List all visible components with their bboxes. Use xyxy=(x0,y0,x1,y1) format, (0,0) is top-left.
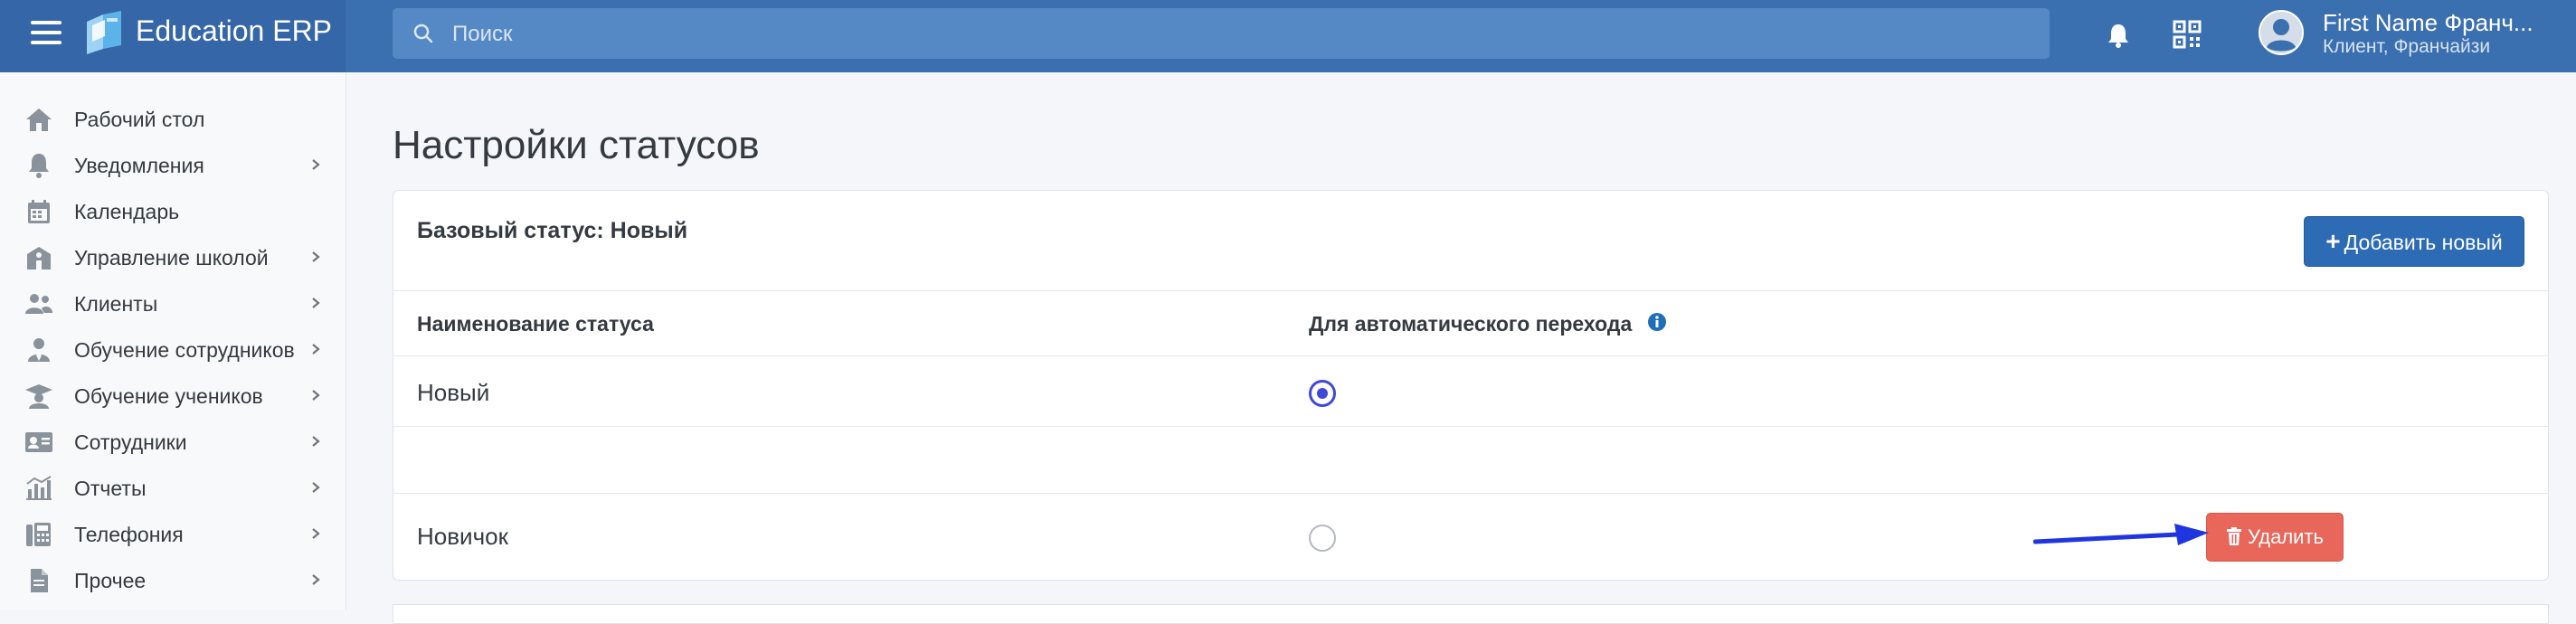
sidebar-item-label: Сотрудники xyxy=(74,430,187,454)
next-card-edge xyxy=(393,604,2549,624)
sidebar-item-label: Клиенты xyxy=(74,292,158,316)
graduation-icon xyxy=(25,384,52,409)
delete-button-label: Удалить xyxy=(2248,525,2324,548)
sidebar-item-dashboard[interactable]: Рабочий стол xyxy=(0,96,346,141)
sidebar-item-student-training[interactable]: Обучение учеников xyxy=(0,373,346,418)
sidebar-item-employees[interactable]: Сотрудники xyxy=(0,419,346,464)
add-new-button[interactable]: + Добавить новый xyxy=(2304,216,2524,267)
sidebar-item-other[interactable]: Прочее xyxy=(0,557,346,602)
sidebar-item-label: Обучение сотрудников xyxy=(74,338,295,362)
sidebar-item-label: Управление школой xyxy=(74,246,269,269)
chevron-right-icon xyxy=(312,159,320,170)
sidebar: Рабочий стол Уведомления Календарь Управ… xyxy=(0,72,346,610)
user-name[interactable]: First Name Франч... xyxy=(2323,9,2533,37)
search-icon xyxy=(413,24,433,43)
school-icon xyxy=(27,247,51,269)
user-avatar-icon[interactable] xyxy=(2258,9,2305,56)
search-input[interactable] xyxy=(450,8,2028,61)
sidebar-item-label: Календарь xyxy=(74,200,180,223)
chevron-right-icon xyxy=(312,482,320,493)
sidebar-item-label: Отчеты xyxy=(74,477,147,500)
status-name-cell: Новичок xyxy=(417,523,508,550)
calendar-icon xyxy=(28,200,50,223)
info-icon[interactable] xyxy=(1647,312,1667,332)
sidebar-item-school-management[interactable]: Управление школой xyxy=(0,234,346,279)
top-navbar: Education ERP First Name Франч... Клиент… xyxy=(0,0,2576,72)
base-status-label: Базовый статус: Новый xyxy=(417,218,688,243)
chevron-right-icon xyxy=(312,390,320,401)
delete-button[interactable]: Удалить xyxy=(2206,513,2344,562)
sidebar-item-telephony[interactable]: Телефония xyxy=(0,511,346,556)
bell-icon xyxy=(29,154,49,178)
divider xyxy=(393,426,2548,427)
sidebar-item-label: Прочее xyxy=(74,569,147,592)
chevron-right-icon xyxy=(312,436,320,447)
column-header-status-name: Наименование статуса xyxy=(417,312,654,336)
sidebar-item-calendar[interactable]: Календарь xyxy=(0,188,346,233)
divider xyxy=(393,493,2548,494)
chart-icon xyxy=(26,476,52,500)
chevron-right-icon xyxy=(312,298,320,308)
logo-icon xyxy=(87,11,121,54)
users-icon xyxy=(25,294,52,314)
trash-icon xyxy=(2227,527,2241,545)
qr-code-icon[interactable] xyxy=(2173,20,2202,49)
annotation-arrow-icon xyxy=(2033,524,2209,545)
brand-area[interactable]: Education ERP xyxy=(0,0,346,72)
notifications-bell-icon[interactable] xyxy=(2106,22,2131,49)
brand-name: Education ERP xyxy=(136,14,333,47)
chevron-right-icon xyxy=(312,344,320,355)
chevron-right-icon xyxy=(312,251,320,262)
sidebar-item-notifications[interactable]: Уведомления xyxy=(0,142,346,187)
sidebar-item-reports[interactable]: Отчеты xyxy=(0,465,346,510)
auto-transition-radio-selected[interactable] xyxy=(1309,380,1336,407)
chevron-right-icon xyxy=(312,574,320,585)
id-card-icon xyxy=(25,432,52,452)
auto-transition-radio[interactable] xyxy=(1309,525,1336,552)
home-icon xyxy=(26,109,52,131)
status-settings-card: Базовый статус: Новый + Добавить новый На… xyxy=(393,190,2549,581)
sidebar-item-label: Телефония xyxy=(74,523,184,546)
add-new-button-label: Добавить новый xyxy=(2344,231,2503,254)
hamburger-menu-icon[interactable] xyxy=(31,21,62,44)
fax-icon xyxy=(26,523,51,546)
sidebar-item-label: Уведомления xyxy=(74,154,204,177)
sidebar-item-label: Рабочий стол xyxy=(74,108,205,131)
divider xyxy=(393,290,2548,291)
chevron-right-icon xyxy=(312,528,320,539)
user-tie-icon xyxy=(28,338,50,362)
sidebar-item-clients[interactable]: Клиенты xyxy=(0,280,346,326)
user-role: Клиент, Франчайзи xyxy=(2323,36,2491,57)
plus-icon: + xyxy=(2325,227,2341,255)
sidebar-item-label: Обучение учеников xyxy=(74,384,263,408)
column-header-auto-transition: Для автоматического перехода xyxy=(1309,312,1633,336)
page-title: Настройки статусов xyxy=(393,123,760,167)
divider xyxy=(393,355,2548,356)
file-icon xyxy=(31,569,48,592)
status-name-cell: Новый xyxy=(417,379,490,406)
sidebar-item-staff-training[interactable]: Обучение сотрудников xyxy=(0,326,346,372)
search-bar[interactable] xyxy=(393,8,2050,61)
